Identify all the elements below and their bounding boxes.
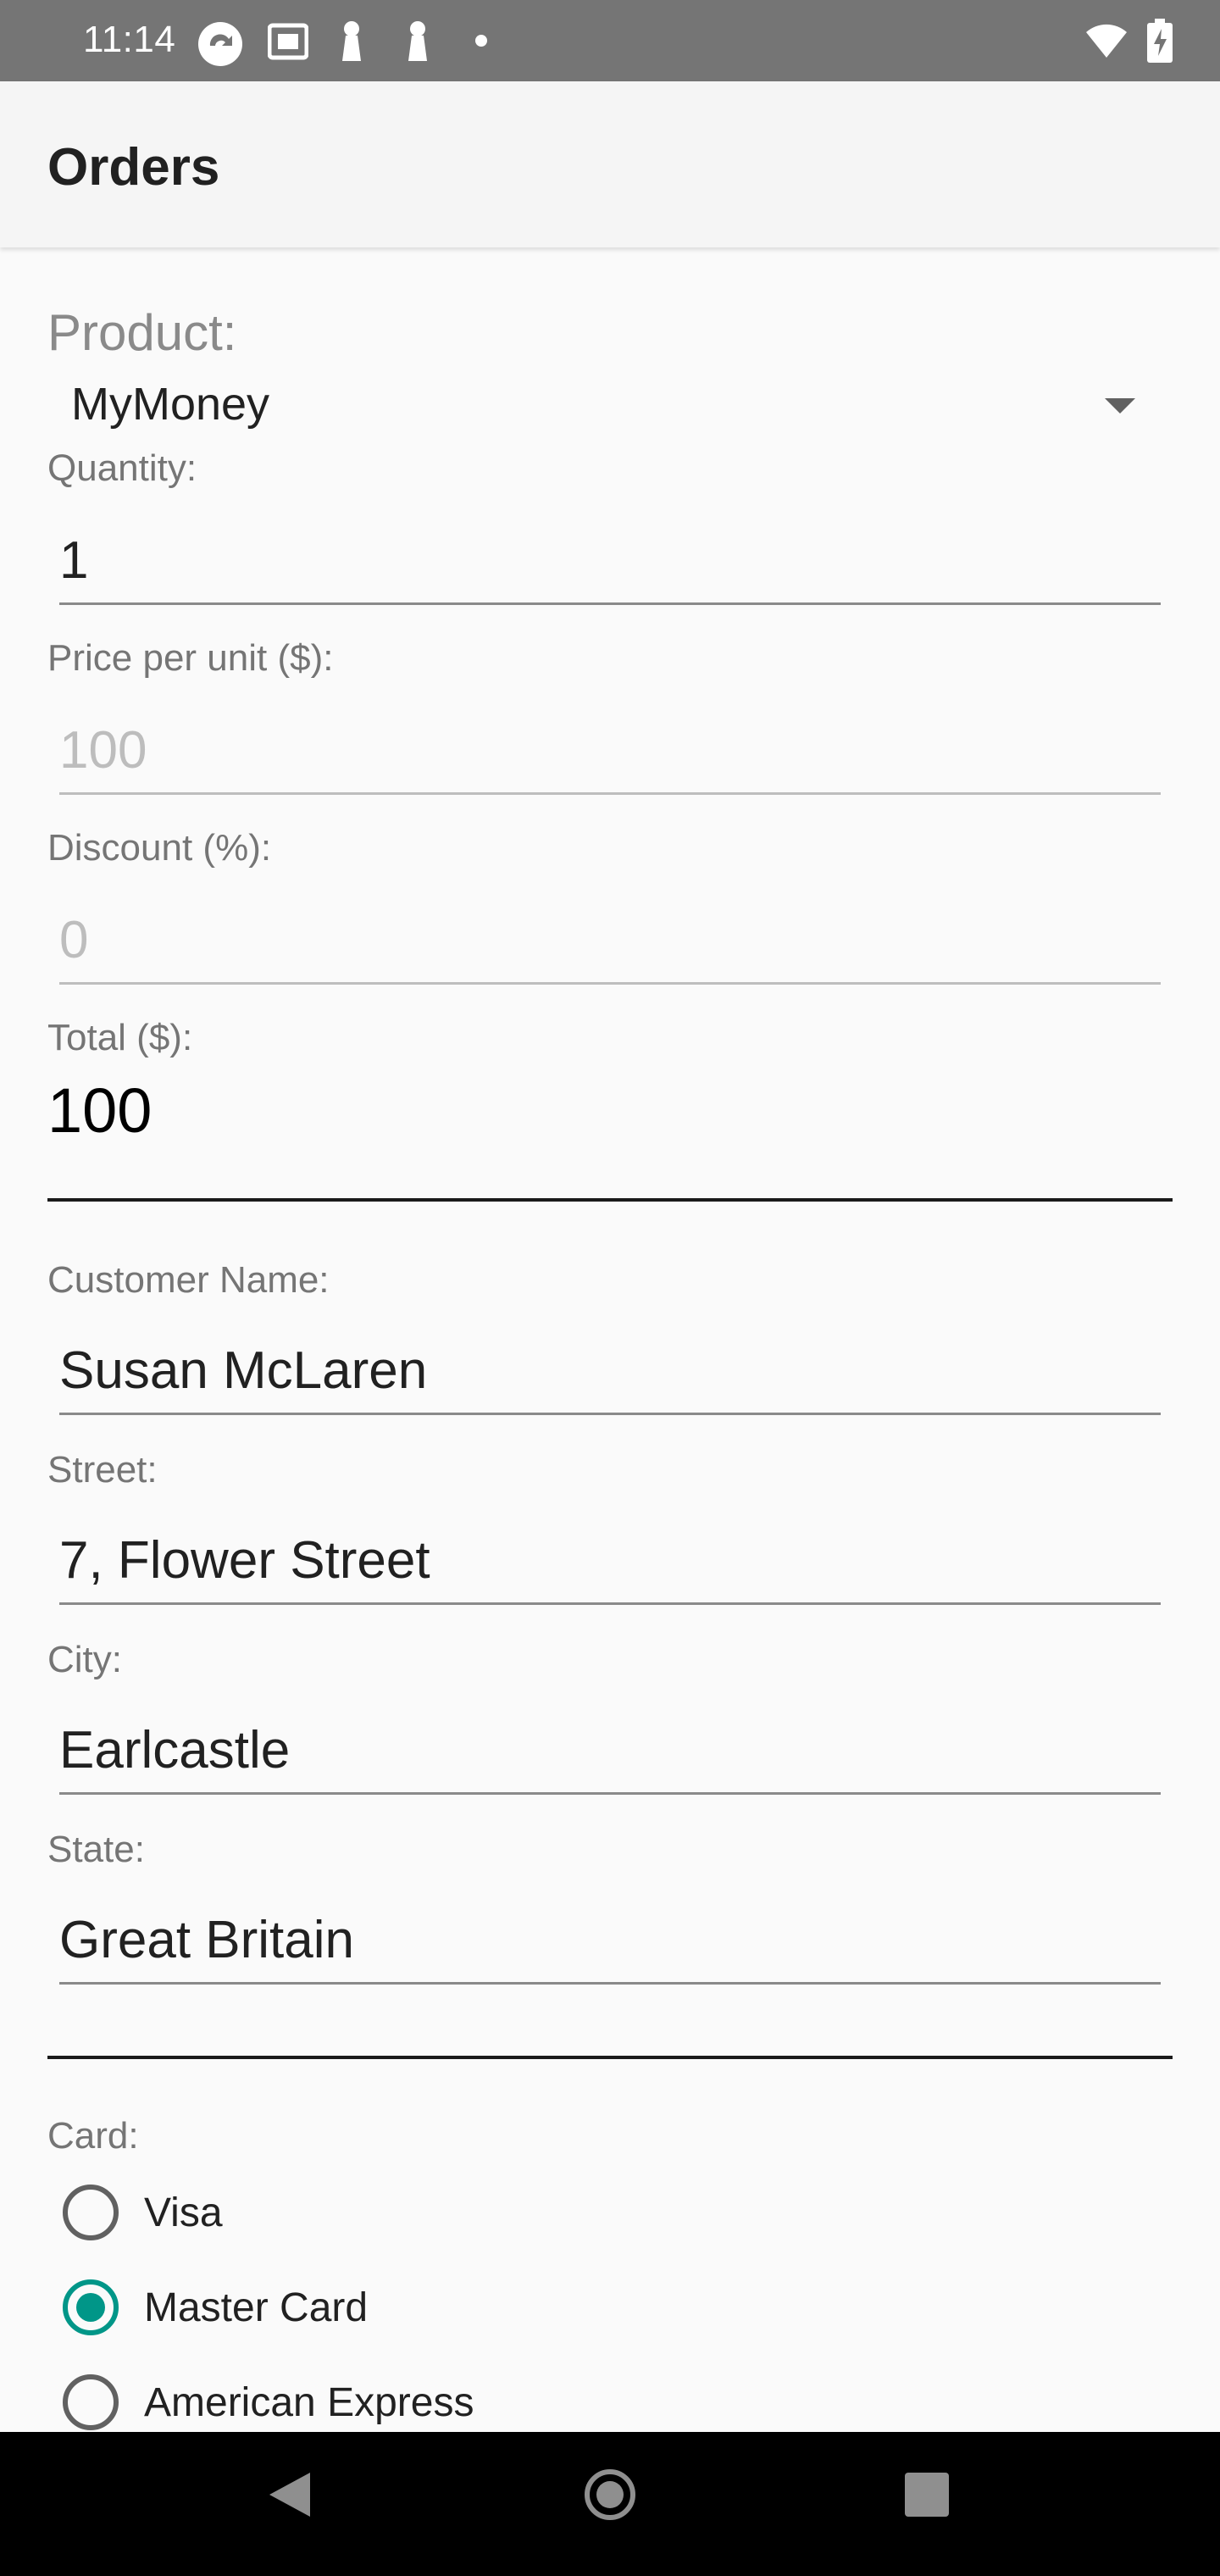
quantity-field[interactable]: 1 bbox=[59, 529, 1161, 605]
status-time: 11:14 bbox=[83, 19, 176, 60]
mic-icon bbox=[408, 21, 427, 61]
sync-icon bbox=[198, 22, 242, 66]
divider bbox=[47, 2056, 1173, 2059]
status-bar: 11:14 bbox=[0, 0, 1220, 81]
product-dropdown[interactable]: MyMoney bbox=[47, 369, 1161, 446]
status-icons-right bbox=[1051, 0, 1220, 81]
radio-label: Master Card bbox=[144, 2285, 369, 2330]
page-title: Orders bbox=[47, 138, 220, 197]
storage-icon bbox=[268, 23, 308, 60]
radio-american-express[interactable]: American Express bbox=[63, 2369, 740, 2437]
city-value: Earlcastle bbox=[59, 1721, 291, 1779]
customer-name-value: Susan McLaren bbox=[59, 1341, 428, 1400]
navigation-bar bbox=[0, 2432, 1220, 2576]
total-label: Total ($): bbox=[47, 1017, 193, 1058]
dropdown-arrow-icon bbox=[1105, 398, 1135, 414]
recents-icon[interactable] bbox=[905, 2473, 949, 2517]
divider bbox=[47, 1198, 1173, 1202]
street-value: 7, Flower Street bbox=[59, 1531, 430, 1590]
discount-field: 0 bbox=[59, 908, 1161, 985]
app-bar: Orders bbox=[0, 81, 1220, 247]
product-selected-value: MyMoney bbox=[71, 379, 270, 430]
price-field: 100 bbox=[59, 719, 1161, 795]
home-icon[interactable] bbox=[585, 2469, 635, 2520]
price-label: Price per unit ($): bbox=[47, 637, 334, 679]
street-label: Street: bbox=[47, 1449, 158, 1491]
radio-label: American Express bbox=[144, 2380, 474, 2425]
card-label: Card: bbox=[47, 2115, 139, 2157]
customer-name-field[interactable]: Susan McLaren bbox=[59, 1339, 1161, 1415]
quantity-label: Quantity: bbox=[47, 447, 197, 489]
radio-button[interactable] bbox=[63, 2374, 119, 2430]
city-field[interactable]: Earlcastle bbox=[59, 1718, 1161, 1795]
radio-master-card[interactable]: Master Card bbox=[63, 2274, 740, 2342]
price-value: 100 bbox=[59, 721, 147, 780]
state-field[interactable]: Great Britain bbox=[59, 1908, 1161, 1985]
customer-name-label: Customer Name: bbox=[47, 1259, 330, 1301]
city-label: City: bbox=[47, 1639, 122, 1680]
radio-visa[interactable]: Visa bbox=[63, 2179, 740, 2247]
state-value: Great Britain bbox=[59, 1911, 355, 1969]
back-icon[interactable] bbox=[269, 2473, 310, 2517]
radio-label: Visa bbox=[144, 2190, 223, 2235]
quantity-value: 1 bbox=[59, 531, 89, 590]
discount-value: 0 bbox=[59, 911, 89, 969]
discount-label: Discount (%): bbox=[47, 827, 272, 869]
wifi-icon bbox=[1086, 24, 1127, 58]
product-label: Product: bbox=[47, 304, 237, 361]
radio-button[interactable] bbox=[63, 2185, 119, 2240]
dot-icon bbox=[475, 35, 487, 47]
battery-charging-icon bbox=[1147, 19, 1173, 63]
radio-button-checked[interactable] bbox=[63, 2279, 119, 2335]
street-field[interactable]: 7, Flower Street bbox=[59, 1529, 1161, 1605]
total-value: 100 bbox=[47, 1075, 152, 1146]
state-label: State: bbox=[47, 1829, 145, 1870]
mic-icon bbox=[342, 21, 361, 61]
